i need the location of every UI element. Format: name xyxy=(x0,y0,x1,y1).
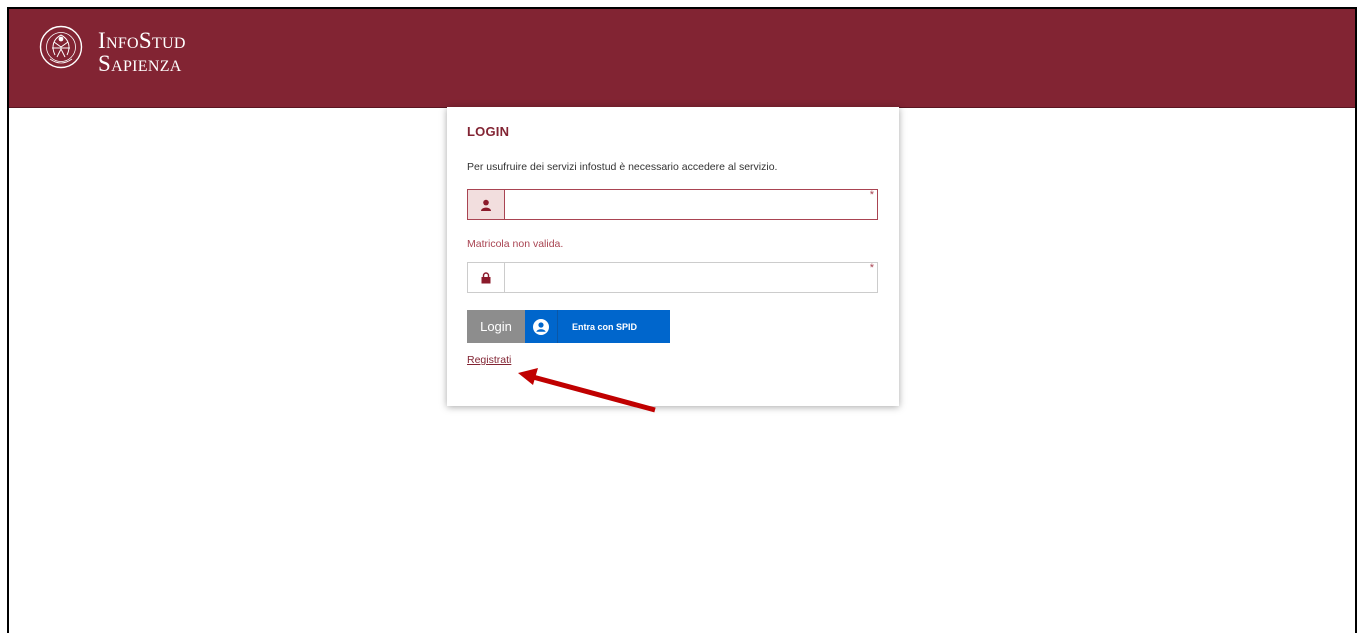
login-card: LOGIN Per usufruire dei servizi infostud… xyxy=(447,107,899,406)
spid-button-label: Entra con SPID xyxy=(572,321,638,332)
lock-icon xyxy=(468,263,505,292)
username-input[interactable] xyxy=(505,190,877,219)
username-error-message: Matricola non valida. xyxy=(467,238,564,250)
register-link[interactable]: Registrati xyxy=(467,354,511,366)
page-header: InfoStud Sapienza xyxy=(9,9,1355,108)
brand-line-1: InfoStud xyxy=(98,28,186,53)
password-input[interactable] xyxy=(505,263,877,292)
brand-title: InfoStud Sapienza xyxy=(98,28,186,76)
spid-login-button[interactable]: Entra con SPID xyxy=(525,310,670,343)
username-field: * xyxy=(467,189,878,220)
sapienza-seal-logo xyxy=(39,25,83,69)
username-required-mark: * xyxy=(869,189,874,201)
password-required-mark: * xyxy=(869,262,874,274)
user-icon xyxy=(468,190,505,219)
spid-user-icon xyxy=(525,310,558,343)
login-intro-text: Per usufruire dei servizi infostud è nec… xyxy=(467,161,778,173)
brand-line-2: Sapienza xyxy=(98,51,182,76)
login-title: LOGIN xyxy=(467,124,510,139)
login-button[interactable]: Login xyxy=(467,310,525,343)
password-field: * xyxy=(467,262,878,293)
